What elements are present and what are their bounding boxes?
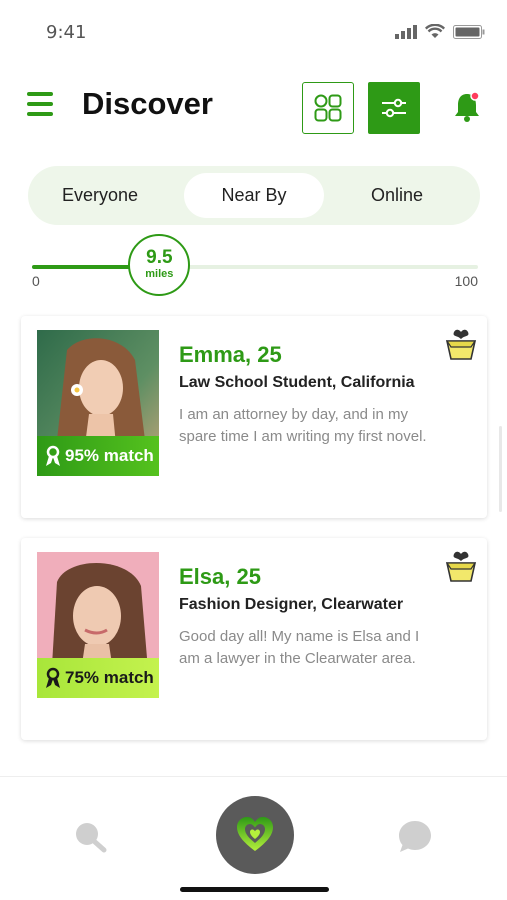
slider-min-label: 0 bbox=[32, 273, 40, 289]
match-percent: 75% match bbox=[65, 668, 154, 687]
filter-icon bbox=[382, 98, 406, 118]
tab-bar: Everyone Near By Online bbox=[28, 166, 480, 225]
slider-thumb[interactable]: 9.5 miles bbox=[128, 234, 191, 296]
profile-role: Law School Student, California bbox=[179, 374, 415, 391]
profile-card[interactable]: 75% match Elsa, 25 Fashion Designer, Cle… bbox=[21, 538, 487, 740]
match-badge: 75% match bbox=[37, 658, 159, 698]
ribbon-icon bbox=[46, 445, 60, 466]
profile-name: Emma, 25 bbox=[179, 342, 282, 367]
basket-icon bbox=[445, 551, 477, 582]
profile-photo: 95% match bbox=[37, 330, 159, 476]
wifi-icon bbox=[425, 24, 445, 38]
distance-slider[interactable]: 9.5 miles 0 100 bbox=[0, 234, 507, 306]
basket-icon bbox=[445, 329, 477, 360]
heart-icon bbox=[237, 817, 273, 851]
tab-messages[interactable] bbox=[396, 818, 434, 856]
match-badge: 95% match bbox=[37, 436, 159, 476]
profile-photo: 75% match bbox=[37, 552, 159, 698]
bottom-tab-bar bbox=[0, 776, 507, 900]
distance-unit: miles bbox=[145, 268, 174, 280]
like-basket-button[interactable] bbox=[444, 549, 478, 583]
tab-online[interactable]: Online bbox=[332, 173, 462, 218]
tab-everyone[interactable]: Everyone bbox=[36, 173, 164, 218]
menu-icon[interactable] bbox=[27, 92, 53, 118]
filter-button[interactable] bbox=[368, 82, 420, 134]
bell-icon bbox=[455, 91, 480, 122]
profile-bio: Good day all! My name is Elsa and I am a… bbox=[179, 628, 420, 667]
status-bar: 9:41 bbox=[0, 0, 507, 62]
status-time: 9:41 bbox=[46, 22, 87, 43]
page-title: Discover bbox=[82, 86, 213, 121]
profile-name: Elsa, 25 bbox=[179, 564, 261, 589]
battery-icon bbox=[453, 24, 485, 39]
profile-role: Fashion Designer, Clearwater bbox=[179, 596, 404, 613]
grid-view-button[interactable] bbox=[302, 82, 354, 134]
tab-near-by[interactable]: Near By bbox=[184, 173, 324, 218]
notifications-button[interactable] bbox=[450, 90, 484, 124]
chat-icon bbox=[399, 821, 431, 852]
match-percent: 95% match bbox=[65, 446, 154, 465]
search-icon bbox=[76, 823, 107, 853]
status-icons bbox=[395, 24, 485, 39]
home-indicator bbox=[180, 887, 329, 892]
signal-icon bbox=[395, 24, 417, 39]
profile-card[interactable]: 95% match Emma, 25 Law School Student, C… bbox=[21, 316, 487, 518]
tab-discover[interactable] bbox=[216, 796, 294, 874]
profile-bio: I am an attorney by day, and in my spare… bbox=[179, 406, 427, 445]
scrollbar[interactable] bbox=[499, 426, 502, 512]
slider-max-label: 100 bbox=[454, 273, 478, 289]
distance-value: 9.5 bbox=[146, 247, 173, 268]
grid-icon bbox=[314, 94, 342, 122]
like-basket-button[interactable] bbox=[444, 327, 478, 361]
ribbon-icon bbox=[46, 667, 60, 688]
tab-search[interactable] bbox=[72, 819, 108, 855]
header: Discover bbox=[0, 80, 507, 134]
